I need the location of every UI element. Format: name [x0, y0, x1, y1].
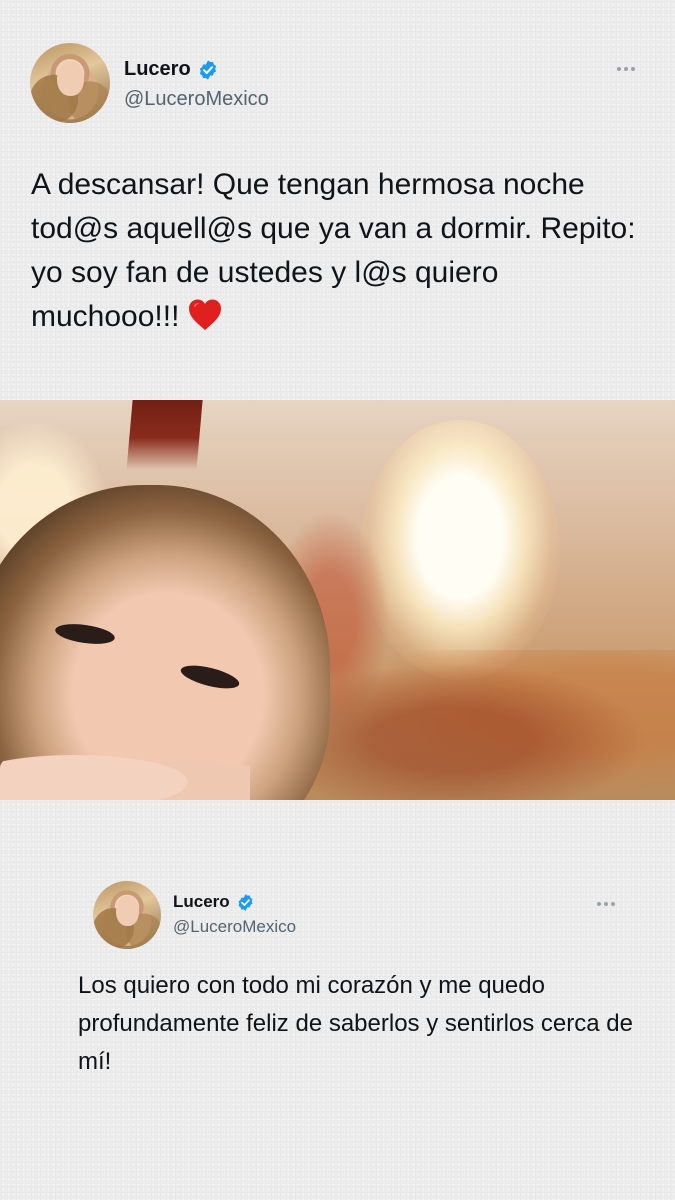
photo-hands [0, 740, 250, 800]
display-name[interactable]: Lucero [173, 892, 230, 912]
avatar[interactable] [93, 881, 161, 949]
author-name-row[interactable]: Lucero [173, 892, 255, 912]
red-heart-icon [187, 298, 223, 345]
user-handle[interactable]: @LuceroMexico [173, 917, 296, 937]
author-name-row[interactable]: Lucero [124, 58, 219, 81]
display-name[interactable]: Lucero [124, 58, 191, 81]
more-options-icon[interactable] [617, 67, 635, 71]
avatar-face [116, 895, 140, 926]
photo-painting-stroke [126, 400, 204, 470]
verified-badge-icon [197, 59, 219, 81]
avatar[interactable] [30, 43, 110, 123]
tweet-text: Los quiero con todo mi corazón y me qued… [78, 972, 633, 1075]
verified-badge-icon [236, 893, 255, 912]
photo-painting-stroke [300, 650, 675, 800]
avatar-face [57, 60, 85, 96]
more-options-icon[interactable] [597, 902, 615, 906]
tweet-photo[interactable] [0, 400, 675, 800]
user-handle[interactable]: @LuceroMexico [124, 88, 269, 111]
tweet-text: A descansar! Que tengan hermosa noche to… [31, 163, 641, 345]
tweet-text-body: A descansar! Que tengan hermosa noche to… [31, 168, 636, 333]
photo-light [360, 420, 560, 680]
